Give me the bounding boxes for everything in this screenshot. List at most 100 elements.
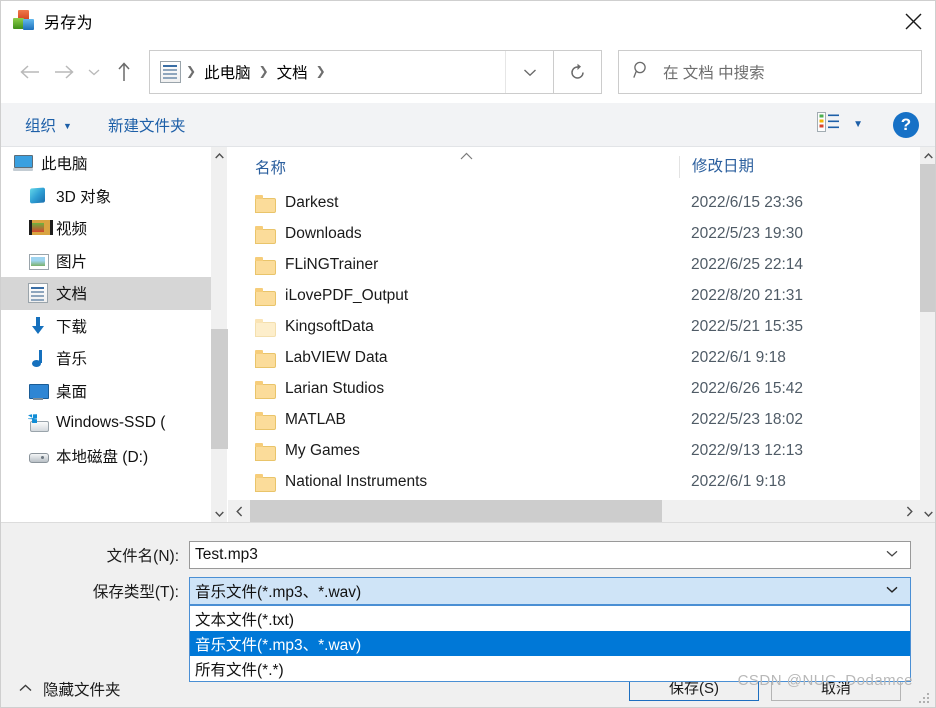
chevron-left-icon[interactable] xyxy=(228,500,250,522)
folder-icon xyxy=(255,411,276,430)
window-title: 另存为 xyxy=(44,15,93,32)
file-name-text: National Instruments xyxy=(285,472,428,490)
file-name-cell: iLovePDF_Output xyxy=(228,286,679,306)
folder-icon xyxy=(255,473,276,492)
file-date-cell: 2022/5/21 15:35 xyxy=(691,317,804,335)
sidebar-item-label: 视频 xyxy=(56,221,88,239)
new-folder-button[interactable]: 新建文件夹 xyxy=(98,103,196,146)
horizontal-scroll-track[interactable] xyxy=(250,500,898,522)
sidebar-item-local-disk-d[interactable]: 本地磁盘 (D:) xyxy=(1,440,211,473)
sidebar-item-windows-ssd[interactable]: Windows-SSD ( xyxy=(1,407,211,440)
sidebar-item-pictures[interactable]: 图片 xyxy=(1,245,211,278)
sidebar-item-desktop[interactable]: 桌面 xyxy=(1,375,211,408)
file-list-scrollbar-thumb[interactable] xyxy=(920,164,935,312)
breadcrumb-this-pc[interactable]: 此电脑 xyxy=(201,61,254,83)
file-type-label: 保存类型(T): xyxy=(92,584,179,601)
column-header-name[interactable]: 名称 xyxy=(228,152,679,178)
file-type-combobox[interactable]: 音乐文件(*.mp3、*.wav) xyxy=(189,577,911,605)
table-row[interactable]: Larian Studios 2022/6/26 15:42 xyxy=(228,373,920,404)
hide-folders-toggle[interactable]: 隐藏文件夹 xyxy=(19,678,121,700)
file-name-input[interactable]: Test.mp3 xyxy=(189,541,911,569)
file-date-cell: 2022/8/20 21:31 xyxy=(691,286,804,304)
column-header-date[interactable]: 修改日期 xyxy=(679,156,920,178)
chevron-up-icon[interactable] xyxy=(920,147,935,164)
file-type-option-txt[interactable]: 文本文件(*.txt) xyxy=(190,606,910,631)
chevron-down-icon[interactable] xyxy=(920,505,935,522)
file-date-cell: 2022/6/1 9:18 xyxy=(691,472,786,490)
chevron-right-icon[interactable] xyxy=(898,500,920,522)
recent-locations-chevron-down-icon[interactable] xyxy=(81,55,107,89)
file-name-text: LabVIEW Data xyxy=(285,348,388,366)
chevron-down-icon[interactable] xyxy=(886,550,898,561)
chevron-up-icon[interactable] xyxy=(211,147,228,164)
close-icon[interactable] xyxy=(889,1,935,41)
search-input[interactable]: 在 文档 中搜索 xyxy=(618,50,922,94)
file-type-option-music[interactable]: 音乐文件(*.mp3、*.wav) xyxy=(190,631,910,656)
table-row[interactable]: Darkest 2022/6/15 23:36 xyxy=(228,187,920,218)
address-bar[interactable]: ❯ 此电脑 ❯ 文档 ❯ xyxy=(149,50,554,94)
file-date-cell: 2022/6/25 22:14 xyxy=(691,255,804,273)
address-chevron-down-icon[interactable] xyxy=(505,51,553,93)
sidebar-item-this-pc[interactable]: 此电脑 xyxy=(1,147,211,180)
chevron-down-icon[interactable] xyxy=(886,586,898,597)
file-name-text: MATLAB xyxy=(285,410,346,428)
videos-icon xyxy=(28,218,53,238)
file-date-cell: 2022/5/23 18:02 xyxy=(691,410,804,428)
file-name-cell: Larian Studios xyxy=(228,380,679,399)
file-name-cell: FLiNGTrainer xyxy=(228,256,679,275)
view-list-icon xyxy=(817,112,840,137)
sidebar-item-documents[interactable]: 文档 xyxy=(1,277,211,310)
sidebar-item-music[interactable]: 音乐 xyxy=(1,342,211,375)
table-row[interactable]: My Games 2022/9/13 12:13 xyxy=(228,435,920,466)
file-name-text: iLovePDF_Output xyxy=(285,286,409,304)
csdn-watermark: CSDN @NUC_Dodamce xyxy=(737,672,913,689)
file-date-cell: 2022/6/26 15:42 xyxy=(691,379,804,397)
sidebar-scrollbar-thumb[interactable] xyxy=(211,329,228,449)
sidebar-item-videos[interactable]: 视频 xyxy=(1,212,211,245)
organize-button[interactable]: 组织 ▼ xyxy=(15,103,82,146)
file-name-row: 文件名(N): Test.mp3 xyxy=(1,541,935,569)
resize-grip-icon[interactable] xyxy=(919,692,931,704)
folder-icon xyxy=(255,287,276,306)
file-name-cell: My Games xyxy=(228,442,679,461)
file-name-cell: National Instruments xyxy=(228,472,679,492)
navigation-sidebar: 此电脑 3D 对象 视频 图片 文档 下载 音乐 桌面 Windows-SSD … xyxy=(1,147,211,522)
sidebar-item-downloads[interactable]: 下载 xyxy=(1,310,211,343)
arrow-right-icon[interactable] xyxy=(47,55,81,89)
view-options-button[interactable]: ▼ xyxy=(813,112,867,137)
sidebar-item-label: 本地磁盘 (D:) xyxy=(56,448,149,466)
file-name-text: KingsoftData xyxy=(285,317,374,335)
file-name-label: 文件名(N): xyxy=(106,548,179,565)
command-bar: 组织 ▼ 新建文件夹 ▼ ? xyxy=(1,103,935,147)
title-bar: 另存为 xyxy=(1,1,935,41)
table-row[interactable]: KingsoftData 2022/5/21 15:35 xyxy=(228,311,920,342)
file-date-cell: 2022/6/1 9:18 xyxy=(691,348,786,366)
chevron-down-icon[interactable] xyxy=(211,505,228,522)
arrow-left-icon[interactable] xyxy=(13,55,47,89)
new-folder-label: 新建文件夹 xyxy=(107,117,186,135)
file-date-cell: 2022/5/23 19:30 xyxy=(691,224,804,242)
table-row[interactable]: FLiNGTrainer 2022/6/25 22:14 xyxy=(228,249,920,280)
sidebar-item-label: 桌面 xyxy=(56,383,88,401)
sidebar-scrollbar[interactable] xyxy=(211,147,228,522)
file-list-horizontal-scrollbar[interactable] xyxy=(228,500,920,522)
breadcrumb-documents[interactable]: 文档 xyxy=(274,61,311,83)
help-button[interactable]: ? xyxy=(893,111,919,138)
sidebar-item-label: 音乐 xyxy=(56,351,88,369)
table-row[interactable]: National Instruments 2022/6/1 9:18 xyxy=(228,466,920,497)
file-list-vertical-scrollbar[interactable] xyxy=(920,147,935,522)
file-name-text: Downloads xyxy=(285,224,362,242)
arrow-up-icon[interactable] xyxy=(107,55,141,89)
table-row[interactable]: iLovePDF_Output 2022/8/20 21:31 xyxy=(228,280,920,311)
refresh-icon[interactable] xyxy=(554,50,602,94)
sidebar-item-3d-objects[interactable]: 3D 对象 xyxy=(1,180,211,213)
chevron-down-icon: ▼ xyxy=(853,119,863,130)
file-name-cell: Downloads xyxy=(228,224,679,244)
save-as-dialog: 另存为 ❯ 此电脑 ❯ 文档 ❯ 在 文档 中搜索 组织 ▼ 新建文件夹 ▼ ?… xyxy=(0,0,936,708)
file-name-text: Darkest xyxy=(285,193,339,211)
table-row[interactable]: LabVIEW Data 2022/6/1 9:18 xyxy=(228,342,920,373)
table-row[interactable]: Downloads 2022/5/23 19:30 xyxy=(228,218,920,249)
table-row[interactable]: MATLAB 2022/5/23 18:02 xyxy=(228,404,920,435)
search-icon xyxy=(633,61,651,84)
horizontal-scrollbar-thumb[interactable] xyxy=(250,500,662,522)
